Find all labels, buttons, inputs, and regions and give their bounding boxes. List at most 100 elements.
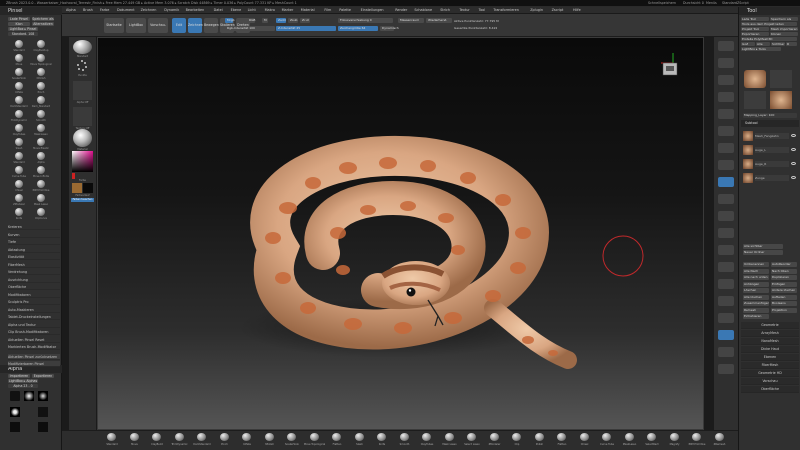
tool-section-3[interactable]: Dicke Haut	[741, 346, 799, 353]
rgb-intensity-slider[interactable]: Rgb-Intensität 100	[225, 26, 275, 31]
brush-14-icon[interactable]	[15, 138, 23, 146]
m-toggle[interactable]: M	[262, 18, 268, 23]
alpha-thumbnail-1[interactable]	[10, 391, 20, 401]
menu-brush[interactable]: Brush	[83, 8, 93, 12]
brush-4-icon[interactable]	[15, 68, 23, 76]
alpha-thumbnail-6[interactable]	[10, 422, 20, 432]
tool-button-11[interactable]: R	[786, 42, 797, 46]
eye-icon[interactable]	[791, 134, 796, 137]
shelf-brush-3-icon[interactable]	[174, 433, 184, 441]
clone-button[interactable]: Klon	[8, 22, 30, 26]
view-tool-6-button[interactable]	[718, 143, 734, 153]
shelf-brush-12-icon[interactable]	[377, 433, 386, 441]
alternatives-button[interactable]: Alternativen	[32, 22, 54, 26]
tool-button-10[interactable]: Sichtbar	[771, 42, 785, 46]
menu-material[interactable]: Material	[301, 8, 315, 12]
shelf-brush-2-icon[interactable]	[152, 433, 161, 441]
menu-makro[interactable]: Makro	[265, 8, 275, 12]
brush-13-icon[interactable]	[37, 124, 45, 132]
brush-section-5[interactable]: FiberMesh	[8, 262, 60, 268]
tool-section-7[interactable]: Vorschau	[741, 378, 799, 385]
menu-bearbeiten[interactable]: Bearbeiten	[186, 8, 205, 12]
subtool-tool-5[interactable]: Duplizieren	[771, 275, 797, 280]
shelf-brush-25-icon[interactable]	[669, 433, 679, 441]
shelf-brush-23-icon[interactable]	[624, 433, 634, 441]
shelf-brush-22-icon[interactable]	[602, 433, 611, 441]
subtool-tool-13[interactable]: Booleans	[771, 301, 797, 306]
focal-shift-slider[interactable]: Fokusverschiebung 0	[338, 18, 393, 23]
view-tool-3-button[interactable]	[718, 92, 734, 102]
subtool-tool-10[interactable]: Alle löschen	[743, 294, 769, 300]
brush-section-8[interactable]: Oberfläche	[8, 284, 60, 290]
mrgb-toggle[interactable]: Mrgb	[225, 18, 235, 23]
subtool-button-1[interactable]: Neuer Ordner	[743, 250, 783, 255]
swap-colors-button[interactable]: Farben tauschen	[71, 198, 94, 202]
subtool-header[interactable]: Subtool	[741, 120, 799, 127]
shelf-brush-26-icon[interactable]	[692, 433, 701, 441]
brush-2-icon[interactable]	[15, 54, 23, 62]
zsub-toggle[interactable]: Zsub	[288, 18, 298, 23]
subtool-tool-15[interactable]: Projektion	[771, 307, 797, 313]
preview-window-button[interactable]: Vorschau-Fen	[148, 18, 168, 42]
view-tool-7-button[interactable]	[718, 160, 734, 170]
view-tool-19-button[interactable]	[718, 364, 734, 374]
eye-icon[interactable]	[791, 176, 796, 179]
shelf-brush-5-icon[interactable]	[219, 433, 229, 441]
subtool-3-thumbnail[interactable]	[743, 173, 753, 183]
shelf-brush-27-icon[interactable]	[714, 433, 724, 441]
brush-section-2[interactable]: Tiefe	[8, 239, 60, 245]
brush-20-icon[interactable]	[15, 180, 23, 188]
tool-section-4[interactable]: Ebenen	[741, 354, 799, 361]
subtool-tool-16[interactable]: Extrahieren	[743, 314, 769, 319]
shelf-brush-4-icon[interactable]	[197, 433, 206, 441]
brush-section-4[interactable]: Elastizität	[8, 254, 60, 260]
brush-section-11[interactable]: Auto-Maskieren	[8, 307, 60, 313]
brush-25-icon[interactable]	[37, 208, 45, 216]
tool-button-4[interactable]: Mesh importieren	[770, 27, 798, 31]
shelf-brush-15-icon[interactable]	[444, 433, 454, 441]
shelf-brush-7-icon[interactable]	[264, 433, 274, 441]
brush-10-icon[interactable]	[15, 110, 23, 118]
brush-15-icon[interactable]	[37, 138, 45, 146]
brush-palette-header[interactable]: Pinsel	[0, 7, 62, 15]
subtool-3-name[interactable]: Zunge	[755, 175, 789, 181]
menu-marker[interactable]: Marker	[282, 8, 294, 12]
draw-size-slider[interactable]: Zeichengröße 64	[338, 26, 378, 31]
subtool-tool-6[interactable]: Anhängen	[743, 281, 769, 287]
shelf-brush-6-icon[interactable]	[242, 433, 251, 441]
subtool-button-0[interactable]: Alle sichtbar	[743, 244, 783, 249]
lightbox-alphas-button[interactable]: LightBox ▸ Alphas	[8, 379, 38, 383]
brush-7-icon[interactable]	[37, 82, 45, 90]
zcut-toggle[interactable]: Zcut	[300, 18, 310, 23]
draw-button[interactable]: Zeichnen	[188, 18, 203, 33]
z-intensity-slider[interactable]: Z-Intensität 25	[276, 26, 336, 31]
tool-button-5[interactable]: Exportieren	[741, 32, 769, 36]
brush-12-icon[interactable]	[15, 124, 23, 132]
home-button[interactable]: Startseite	[104, 18, 124, 33]
subtool-tool-1[interactable]: AutoReorder	[771, 262, 797, 267]
menu-hilfe[interactable]: Hilfe	[573, 8, 581, 12]
subtool-0-thumbnail[interactable]	[743, 131, 753, 141]
brush-section-10[interactable]: Sculptris Pro	[8, 299, 60, 305]
view-tool-8-button[interactable]	[718, 177, 734, 187]
alpha-off-swatch[interactable]	[73, 81, 92, 100]
view-tool-17-button[interactable]	[718, 330, 734, 340]
tool-button-7[interactable]: Erstelle PolyMesh3D	[741, 37, 797, 41]
brush-8-icon[interactable]	[15, 96, 23, 104]
massenraum-button[interactable]: Massenraum	[398, 18, 424, 23]
navigation-cube-icon[interactable]	[661, 53, 678, 76]
stroke-dots-icon[interactable]	[75, 59, 89, 73]
alpha-thumbnail-4[interactable]	[10, 407, 20, 417]
tool-section-2[interactable]: NanoMesh	[741, 338, 799, 345]
tool-button-0[interactable]: Lade Tool	[741, 17, 769, 21]
menu-zplugin[interactable]: Zplugin	[530, 8, 543, 12]
shelf-brush-11-icon[interactable]	[354, 433, 364, 441]
brush-0-icon[interactable]	[15, 40, 23, 48]
move-button[interactable]: Bewegen	[204, 18, 219, 33]
brush-bottom-button-1[interactable]: Modifizierbaren Pinsel	[8, 360, 60, 367]
tool-section-6[interactable]: Geometrie HD	[741, 370, 799, 377]
menu-farbe[interactable]: Farbe	[100, 8, 109, 12]
brush-section-14[interactable]: Clip Brush-Modifikatoren	[8, 329, 60, 335]
alpha-thumbnail-2[interactable]	[24, 391, 34, 401]
tool-thumbnail-mesh[interactable]	[770, 91, 792, 109]
